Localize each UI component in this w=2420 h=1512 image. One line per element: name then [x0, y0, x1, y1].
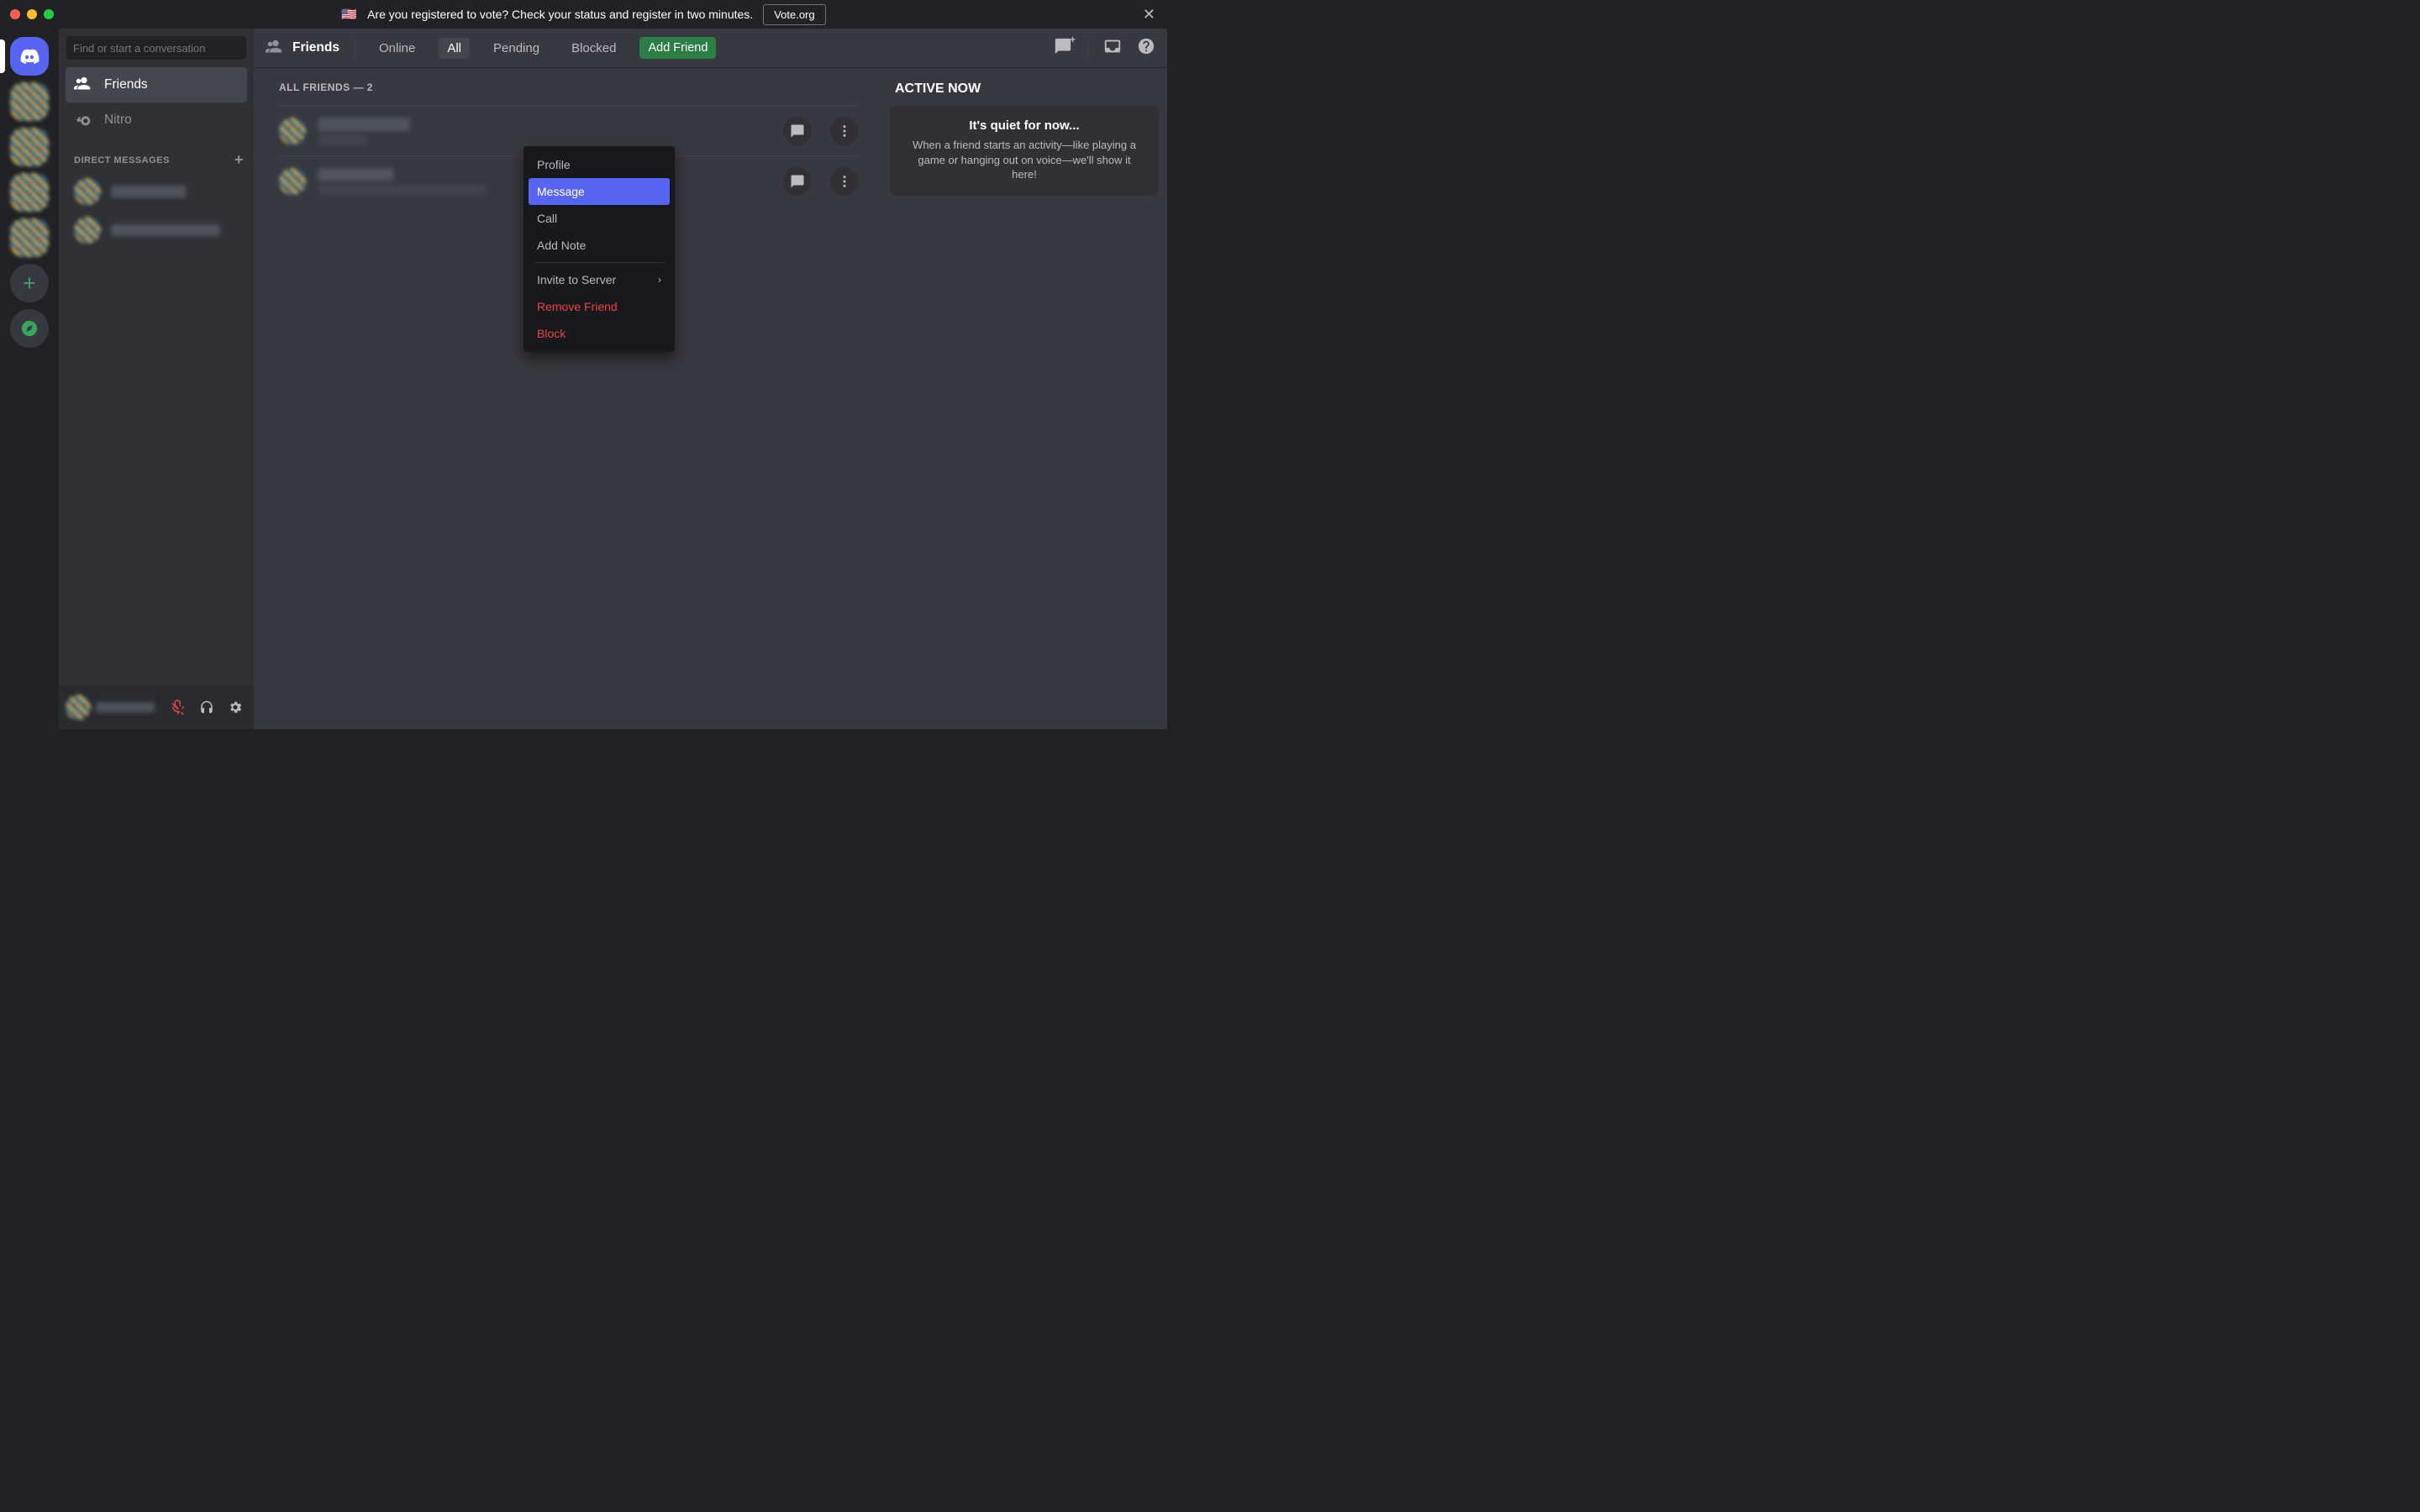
mic-muted-icon: [171, 700, 186, 715]
message-button[interactable]: [783, 117, 812, 145]
main-column: Friends Online All Pending Blocked Add F…: [254, 29, 1167, 729]
ctx-block[interactable]: Block: [529, 320, 670, 347]
add-friend-button[interactable]: Add Friend: [639, 37, 716, 59]
more-button[interactable]: [830, 167, 859, 196]
message-button[interactable]: [783, 167, 812, 196]
ctx-message[interactable]: Message: [529, 178, 670, 205]
sidebar-item-friends[interactable]: Friends: [66, 67, 247, 102]
nav-list: Friends Nitro: [59, 67, 254, 138]
server-item[interactable]: [10, 128, 49, 166]
content: ALL FRIENDS — 2: [254, 68, 1167, 729]
friend-username: [318, 168, 393, 181]
help-icon: [1137, 37, 1155, 55]
avatar: [74, 217, 101, 244]
avatar: [74, 178, 101, 205]
chat-icon: [790, 174, 805, 189]
chevron-right-icon: ›: [658, 274, 661, 286]
channel-sidebar: Find or start a conversation Friends Nit…: [59, 29, 254, 729]
inbox-button[interactable]: [1103, 37, 1122, 60]
explore-button[interactable]: [10, 309, 49, 348]
home-button[interactable]: [10, 37, 49, 76]
banner-text: Are you registered to vote? Check your s…: [367, 8, 753, 21]
flag-icon: 🇺🇸: [341, 7, 357, 22]
sidebar-item-label: Nitro: [104, 113, 132, 128]
friend-status: [318, 134, 368, 144]
chat-icon: [790, 123, 805, 139]
server-item[interactable]: [10, 82, 49, 121]
mute-button[interactable]: [166, 696, 190, 719]
page-title-text: Friends: [292, 40, 339, 55]
vote-button[interactable]: Vote.org: [763, 4, 825, 25]
compass-icon: [20, 319, 39, 338]
search-placeholder: Find or start a conversation: [73, 42, 206, 55]
friends-header: ALL FRIENDS — 2: [279, 81, 859, 93]
user-panel: [59, 685, 254, 729]
current-username: [96, 702, 155, 712]
friends-icon: [266, 39, 284, 57]
dm-username: [111, 186, 187, 197]
dm-item[interactable]: [66, 212, 247, 249]
ctx-profile[interactable]: Profile: [529, 151, 670, 178]
headphones-icon: [199, 700, 214, 715]
close-icon[interactable]: ✕: [1143, 6, 1155, 24]
server-item[interactable]: [10, 218, 49, 257]
new-group-dm-button[interactable]: +: [1054, 37, 1072, 60]
create-dm-button[interactable]: +: [234, 151, 244, 169]
avatar: [279, 118, 306, 144]
titlebar: 🇺🇸 Are you registered to vote? Check you…: [0, 0, 1167, 29]
friend-info: [318, 118, 765, 144]
dm-item[interactable]: [66, 173, 247, 210]
friends-icon: [74, 76, 92, 94]
nitro-icon: [74, 111, 92, 129]
aside-title: ACTIVE NOW: [895, 81, 1159, 97]
more-button[interactable]: [830, 117, 859, 145]
toolbar-right: +: [1054, 37, 1155, 60]
discord-logo-icon: [18, 45, 40, 67]
sidebar-item-nitro[interactable]: Nitro: [66, 102, 247, 138]
dm-header: DIRECT MESSAGES +: [59, 138, 254, 172]
avatar[interactable]: [66, 695, 91, 720]
tab-online[interactable]: Online: [371, 38, 424, 59]
page-title: Friends: [266, 39, 339, 57]
activity-empty-card: It's quiet for now... When a friend star…: [890, 105, 1159, 196]
context-menu: Profile Message Call Add Note Invite to …: [523, 146, 675, 352]
activity-sidebar: ACTIVE NOW It's quiet for now... When a …: [876, 68, 1167, 729]
ctx-invite[interactable]: Invite to Server ›: [529, 266, 670, 293]
sidebar-item-label: Friends: [104, 77, 148, 92]
app-window: 🇺🇸 Are you registered to vote? Check you…: [0, 0, 1167, 729]
friend-status: [318, 185, 486, 195]
toolbar: Friends Online All Pending Blocked Add F…: [254, 29, 1167, 68]
tab-blocked[interactable]: Blocked: [563, 38, 624, 59]
tab-all[interactable]: All: [439, 38, 470, 59]
more-vertical-icon: [837, 123, 852, 139]
tab-pending[interactable]: Pending: [485, 38, 548, 59]
friend-username: [318, 118, 410, 131]
dm-username: [111, 224, 220, 236]
ctx-add-note[interactable]: Add Note: [529, 232, 670, 259]
settings-button[interactable]: [224, 696, 247, 719]
card-title: It's quiet for now...: [905, 118, 1144, 133]
ctx-remove-friend[interactable]: Remove Friend: [529, 293, 670, 320]
inbox-icon: [1103, 37, 1122, 55]
separator: [534, 262, 665, 263]
avatar: [279, 168, 306, 195]
divider: [1087, 39, 1088, 57]
dm-header-label: DIRECT MESSAGES: [74, 155, 170, 165]
add-server-button[interactable]: +: [10, 264, 49, 302]
server-item[interactable]: [10, 173, 49, 212]
notice-banner: 🇺🇸 Are you registered to vote? Check you…: [0, 4, 1167, 25]
gear-icon: [228, 700, 243, 715]
deafen-button[interactable]: [195, 696, 218, 719]
app-body: + Find or start a conversation Friends N…: [0, 29, 1167, 729]
more-vertical-icon: [837, 174, 852, 189]
search-input[interactable]: Find or start a conversation: [66, 36, 246, 60]
card-body: When a friend starts an activity—like pl…: [905, 138, 1144, 182]
ctx-call[interactable]: Call: [529, 205, 670, 232]
server-rail: +: [0, 29, 59, 729]
help-button[interactable]: [1137, 37, 1155, 60]
ctx-invite-label: Invite to Server: [537, 273, 616, 286]
